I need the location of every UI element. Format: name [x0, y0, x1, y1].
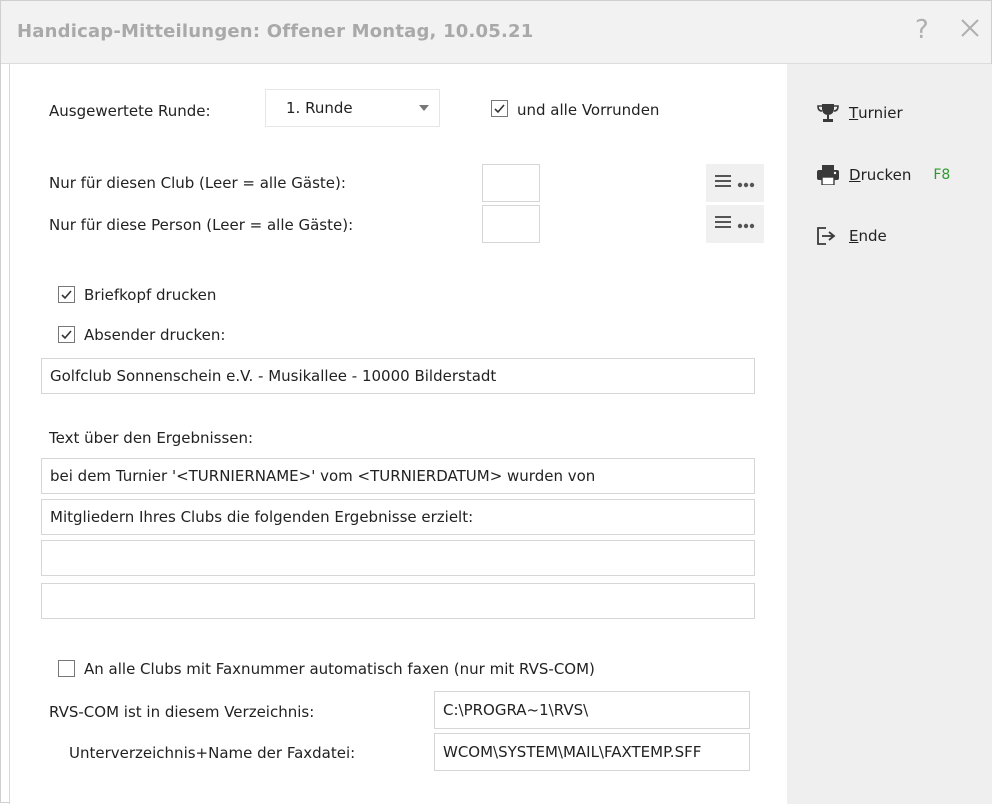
sender-label: Absender drucken: — [84, 326, 226, 344]
round-dropdown-value: 1. Runde — [286, 99, 353, 117]
more-icon — [737, 215, 755, 233]
printer-icon — [817, 164, 841, 186]
drucken-label: rucken — [860, 166, 912, 184]
list-icon — [715, 174, 731, 192]
title-bar: Handicap-Mitteilungen: Offener Montag, 1… — [1, 1, 991, 64]
results-text-line-4[interactable] — [41, 583, 755, 619]
drucken-mnemonic: D — [849, 166, 861, 184]
person-filter-label: Nur für diese Person (Leer = alle Gäste)… — [49, 216, 354, 234]
more-icon — [737, 174, 755, 192]
round-dropdown[interactable]: 1. Runde — [265, 89, 440, 127]
club-filter-input[interactable] — [482, 164, 540, 202]
form-area: Ausgewertete Runde: 1. Runde und alle Vo… — [9, 64, 788, 804]
fax-dir-input[interactable]: C:\PROGRA~1\RVS\ — [434, 691, 750, 729]
close-icon[interactable] — [955, 13, 985, 43]
drucken-button[interactable]: Drucken F8 — [817, 164, 950, 186]
auto-fax-checkbox[interactable] — [58, 660, 75, 677]
chevron-down-icon[interactable] — [409, 90, 439, 126]
all-previous-checkbox[interactable] — [491, 100, 508, 117]
sender-input[interactable]: Golfclub Sonnenschein e.V. - Musikallee … — [41, 358, 755, 394]
turnier-mnemonic: T — [849, 104, 859, 122]
all-previous-label: und alle Vorrunden — [517, 101, 660, 119]
letterhead-label: Briefkopf drucken — [84, 286, 217, 304]
round-label: Ausgewertete Runde: — [49, 102, 211, 120]
results-text-line-3[interactable] — [41, 540, 755, 576]
fax-file-input[interactable]: WCOM\SYSTEM\MAIL\FAXTEMP.SFF — [434, 733, 750, 771]
trophy-icon — [817, 102, 841, 124]
results-text-line-1[interactable]: bei dem Turnier '<TURNIERNAME>' vom <TUR… — [41, 458, 755, 494]
help-icon[interactable]: ? — [915, 15, 929, 45]
ende-mnemonic: E — [849, 227, 859, 245]
dialog-window: Handicap-Mitteilungen: Offener Montag, 1… — [0, 0, 992, 804]
action-sidebar: Turnier Drucken F8 E nde — [787, 64, 992, 804]
fax-file-label: Unterverzeichnis+Name der Faxdatei: — [69, 744, 356, 762]
results-text-line-2[interactable]: Mitgliedern Ihres Clubs die folgenden Er… — [41, 499, 755, 535]
turnier-label: urnier — [858, 104, 903, 122]
sender-checkbox[interactable] — [58, 326, 75, 343]
exit-icon — [817, 225, 841, 247]
ende-button[interactable]: Ende — [817, 225, 887, 247]
person-lookup-button[interactable] — [706, 205, 764, 243]
list-icon — [715, 215, 731, 233]
turnier-button[interactable]: Turnier — [817, 102, 903, 124]
results-text-label: Text über den Ergebnissen: — [49, 429, 254, 447]
club-lookup-button[interactable] — [706, 164, 764, 202]
ende-label: nde — [858, 227, 887, 245]
letterhead-checkbox[interactable] — [58, 286, 75, 303]
auto-fax-label: An alle Clubs mit Faxnummer automatisch … — [84, 660, 595, 678]
person-filter-input[interactable] — [482, 205, 540, 243]
print-shortcut: F8 — [933, 167, 951, 183]
window-title: Handicap-Mitteilungen: Offener Montag, 1… — [17, 21, 534, 42]
club-filter-label: Nur für diesen Club (Leer = alle Gäste): — [49, 174, 346, 192]
fax-dir-label: RVS-COM ist in diesem Verzeichnis: — [49, 703, 315, 721]
